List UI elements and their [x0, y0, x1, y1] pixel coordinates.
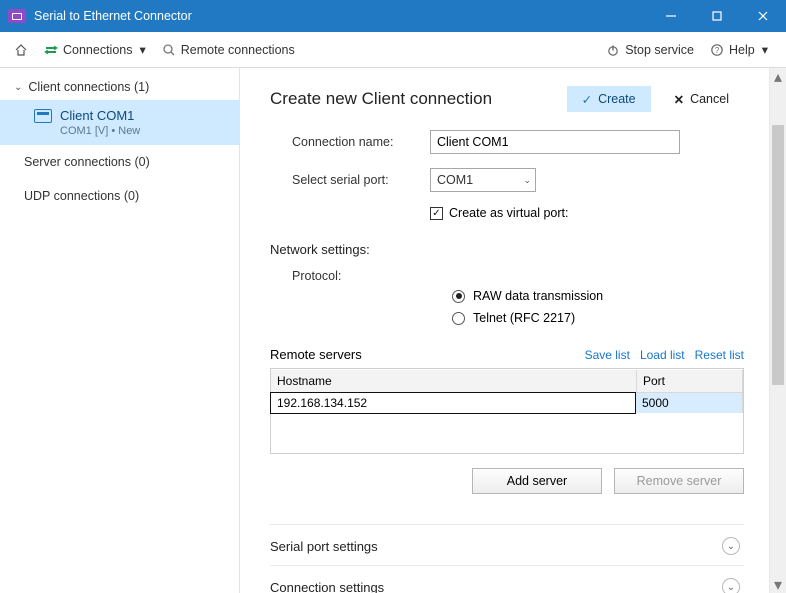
sidebar-group-client[interactable]: ⌄ Client connections (1) [0, 74, 239, 100]
stop-service-button[interactable]: Stop service [600, 39, 700, 61]
connection-settings-label: Connection settings [270, 580, 384, 593]
sidebar-group-client-label: Client connections (1) [28, 80, 149, 94]
scroll-down-icon: ▾ [770, 576, 786, 593]
serial-port-settings-label: Serial port settings [270, 539, 378, 554]
minimize-icon [664, 9, 678, 23]
scrollbar-thumb[interactable] [772, 125, 784, 385]
maximize-icon [710, 9, 724, 23]
protocol-telnet-radio[interactable] [452, 312, 465, 325]
page-title: Create new Client connection [270, 89, 567, 109]
chevron-down-icon: ⌄ [14, 82, 22, 93]
cancel-button[interactable]: ✕ Cancel [659, 86, 744, 112]
connections-menu[interactable]: Connections ▾ [38, 38, 152, 61]
app-icon [8, 9, 26, 23]
help-icon: ? [710, 43, 724, 57]
scroll-up-icon: ▴ [770, 68, 786, 85]
port-cell[interactable]: 5000 [636, 393, 743, 413]
close-icon [756, 9, 770, 23]
check-icon: ✓ [582, 92, 592, 107]
protocol-telnet-label: Telnet (RFC 2217) [473, 311, 575, 325]
sidebar-group-server-label: Server connections (0) [24, 155, 150, 169]
stop-service-label: Stop service [625, 43, 694, 57]
network-settings-heading: Network settings: [270, 242, 744, 257]
main: ⌄ Client connections (1) Client COM1 COM… [0, 68, 786, 593]
hostname-cell[interactable]: 192.168.134.152 [270, 392, 636, 414]
add-server-button[interactable]: Add server [472, 468, 602, 494]
remote-connections-label: Remote connections [181, 43, 295, 57]
connection-name-input[interactable] [430, 130, 680, 154]
create-button-label: Create [598, 92, 636, 106]
remove-server-button[interactable]: Remove server [614, 468, 744, 494]
load-list-link[interactable]: Load list [640, 348, 685, 362]
table-row[interactable]: 192.168.134.152 5000 [271, 393, 743, 413]
minimize-button[interactable] [648, 0, 694, 32]
svg-text:?: ? [715, 46, 720, 55]
connections-label: Connections [63, 43, 133, 57]
chevron-down-icon: ▾ [762, 42, 768, 57]
connection-name-label: Connection name: [270, 135, 430, 149]
serial-port-settings-expander[interactable]: Serial port settings ⌄ [270, 524, 744, 565]
remote-servers-grid: Hostname Port 192.168.134.152 5000 [270, 368, 744, 454]
search-icon [162, 43, 176, 57]
create-virtual-checkbox[interactable]: ✓ [430, 207, 443, 220]
remote-connections-button[interactable]: Remote connections [156, 39, 301, 61]
create-virtual-label: Create as virtual port: [449, 206, 569, 220]
maximize-button[interactable] [694, 0, 740, 32]
cancel-button-label: Cancel [690, 92, 729, 106]
connections-icon [44, 43, 58, 57]
monitor-icon [34, 109, 52, 123]
home-icon [14, 43, 28, 57]
sidebar: ⌄ Client connections (1) Client COM1 COM… [0, 68, 240, 593]
toolbar: Connections ▾ Remote connections Stop se… [0, 32, 786, 68]
serial-port-label: Select serial port: [270, 173, 430, 187]
remove-server-label: Remove server [637, 474, 722, 488]
column-hostname[interactable]: Hostname [271, 370, 637, 392]
protocol-label: Protocol: [270, 269, 430, 283]
help-menu[interactable]: ? Help ▾ [704, 38, 774, 61]
sidebar-group-server[interactable]: Server connections (0) [0, 145, 239, 179]
remote-servers-heading: Remote servers [270, 347, 575, 362]
help-label: Help [729, 43, 755, 57]
power-icon [606, 43, 620, 57]
reset-list-link[interactable]: Reset list [695, 348, 744, 362]
sidebar-group-udp[interactable]: UDP connections (0) [0, 179, 239, 213]
content: Create new Client connection ✓ Create ✕ … [240, 68, 786, 593]
close-button[interactable] [740, 0, 786, 32]
create-button[interactable]: ✓ Create [567, 86, 651, 112]
titlebar: Serial to Ethernet Connector [0, 0, 786, 32]
vertical-scrollbar[interactable]: ▴ ▾ [769, 68, 786, 593]
home-button[interactable] [8, 39, 34, 61]
sidebar-group-udp-label: UDP connections (0) [24, 189, 139, 203]
chevron-down-icon: ⌄ [722, 537, 740, 555]
sidebar-item-label: Client COM1 [60, 108, 134, 123]
protocol-raw-radio[interactable] [452, 290, 465, 303]
protocol-raw-label: RAW data transmission [473, 289, 603, 303]
sidebar-item-sublabel: COM1 [V] • New [60, 125, 229, 137]
add-server-label: Add server [507, 474, 567, 488]
serial-port-value: COM1 [437, 173, 473, 187]
sidebar-item-client-com1[interactable]: Client COM1 COM1 [V] • New [0, 100, 239, 145]
app-title: Serial to Ethernet Connector [34, 9, 192, 23]
chevron-down-icon: ⌄ [523, 175, 531, 186]
connection-settings-expander[interactable]: Connection settings ⌄ [270, 565, 744, 593]
x-icon: ✕ [674, 92, 684, 107]
save-list-link[interactable]: Save list [585, 348, 630, 362]
column-port[interactable]: Port [637, 370, 743, 392]
chevron-down-icon: ⌄ [722, 578, 740, 593]
serial-port-select[interactable]: COM1 ⌄ [430, 168, 536, 192]
chevron-down-icon: ▾ [140, 42, 146, 57]
